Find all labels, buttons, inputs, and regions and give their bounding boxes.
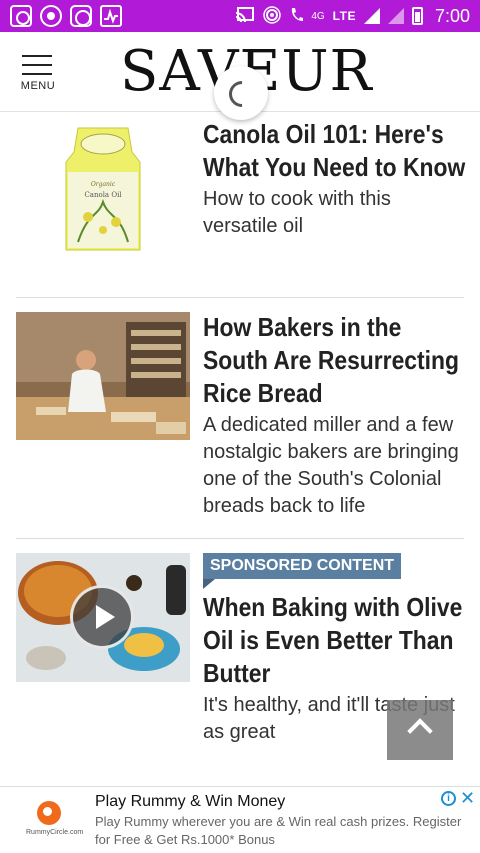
article-title[interactable]: How Bakers in the South Are Resurrecting…	[203, 311, 467, 410]
hamburger-icon	[22, 55, 52, 82]
ad-banner[interactable]: RummyCircle.com Play Rummy & Win Money P…	[0, 786, 480, 853]
article-thumbnail[interactable]: Organic Canola Oil	[58, 122, 148, 254]
signal-strength-2-icon	[387, 8, 404, 24]
article-thumbnail[interactable]	[16, 553, 190, 682]
article-title[interactable]: Canola Oil 101: Here's What You Need to …	[203, 118, 467, 184]
clock: 7:00	[434, 5, 470, 26]
article-subtitle: A dedicated miller and a few nostalgic b…	[203, 414, 459, 517]
article-text: Canola Oil 101: Here's What You Need to …	[203, 118, 465, 240]
system-icons: 4G LTE 7:00	[235, 0, 470, 32]
notification-app-icon	[10, 5, 32, 27]
notification-record-icon	[40, 5, 62, 27]
canola-oil-bottle-image: Organic Canola Oil	[58, 122, 148, 254]
bottle-label-text: Canola Oil	[84, 191, 122, 199]
ad-close-icon[interactable]: ✕	[460, 789, 476, 807]
hotspot-icon	[263, 5, 282, 27]
ad-title[interactable]: Play Rummy & Win Money	[95, 793, 285, 811]
rummy-circle-icon	[37, 801, 61, 825]
article-item[interactable]: How Bakers in the South Are Resurrecting…	[16, 311, 464, 526]
status-bar: 4G LTE 7:00	[0, 0, 480, 32]
baker-photo-image	[16, 312, 190, 440]
cast-icon	[235, 6, 255, 26]
loading-spinner-icon	[214, 66, 268, 120]
advertiser-logo[interactable]: RummyCircle.com	[26, 801, 84, 845]
battery-icon	[411, 7, 423, 25]
sponsored-badge: SPONSORED CONTENT	[203, 553, 402, 589]
article-text: How Bakers in the South Are Resurrecting…	[203, 311, 465, 520]
article-subtitle: How to cook with this versatile oil	[203, 188, 391, 237]
advertiser-logo-text: RummyCircle.com	[26, 829, 84, 836]
menu-button[interactable]: MENU	[14, 52, 64, 96]
divider	[16, 538, 464, 539]
notification-target-icon	[70, 5, 92, 27]
scroll-to-top-button[interactable]	[387, 700, 453, 760]
network-type-label: 4G	[311, 10, 325, 22]
signal-strength-icon	[363, 8, 380, 24]
divider	[16, 297, 464, 298]
ad-info-icon[interactable]: i	[441, 791, 456, 806]
bottle-brand-text: Organic	[91, 181, 116, 188]
article-title[interactable]: When Baking with Olive Oil is Even Bette…	[203, 591, 467, 690]
video-play-icon[interactable]	[70, 585, 134, 649]
article-item[interactable]: Organic Canola Oil Canola Oil 101: Here'…	[16, 118, 465, 288]
volte-call-icon	[289, 7, 304, 26]
lte-label: LTE	[332, 9, 356, 23]
menu-label: MENU	[20, 80, 56, 92]
ad-description[interactable]: Play Rummy wherever you are & Win real c…	[95, 813, 470, 849]
notification-activity-icon	[100, 5, 122, 27]
article-thumbnail[interactable]	[16, 312, 190, 440]
notification-icons	[0, 5, 122, 27]
